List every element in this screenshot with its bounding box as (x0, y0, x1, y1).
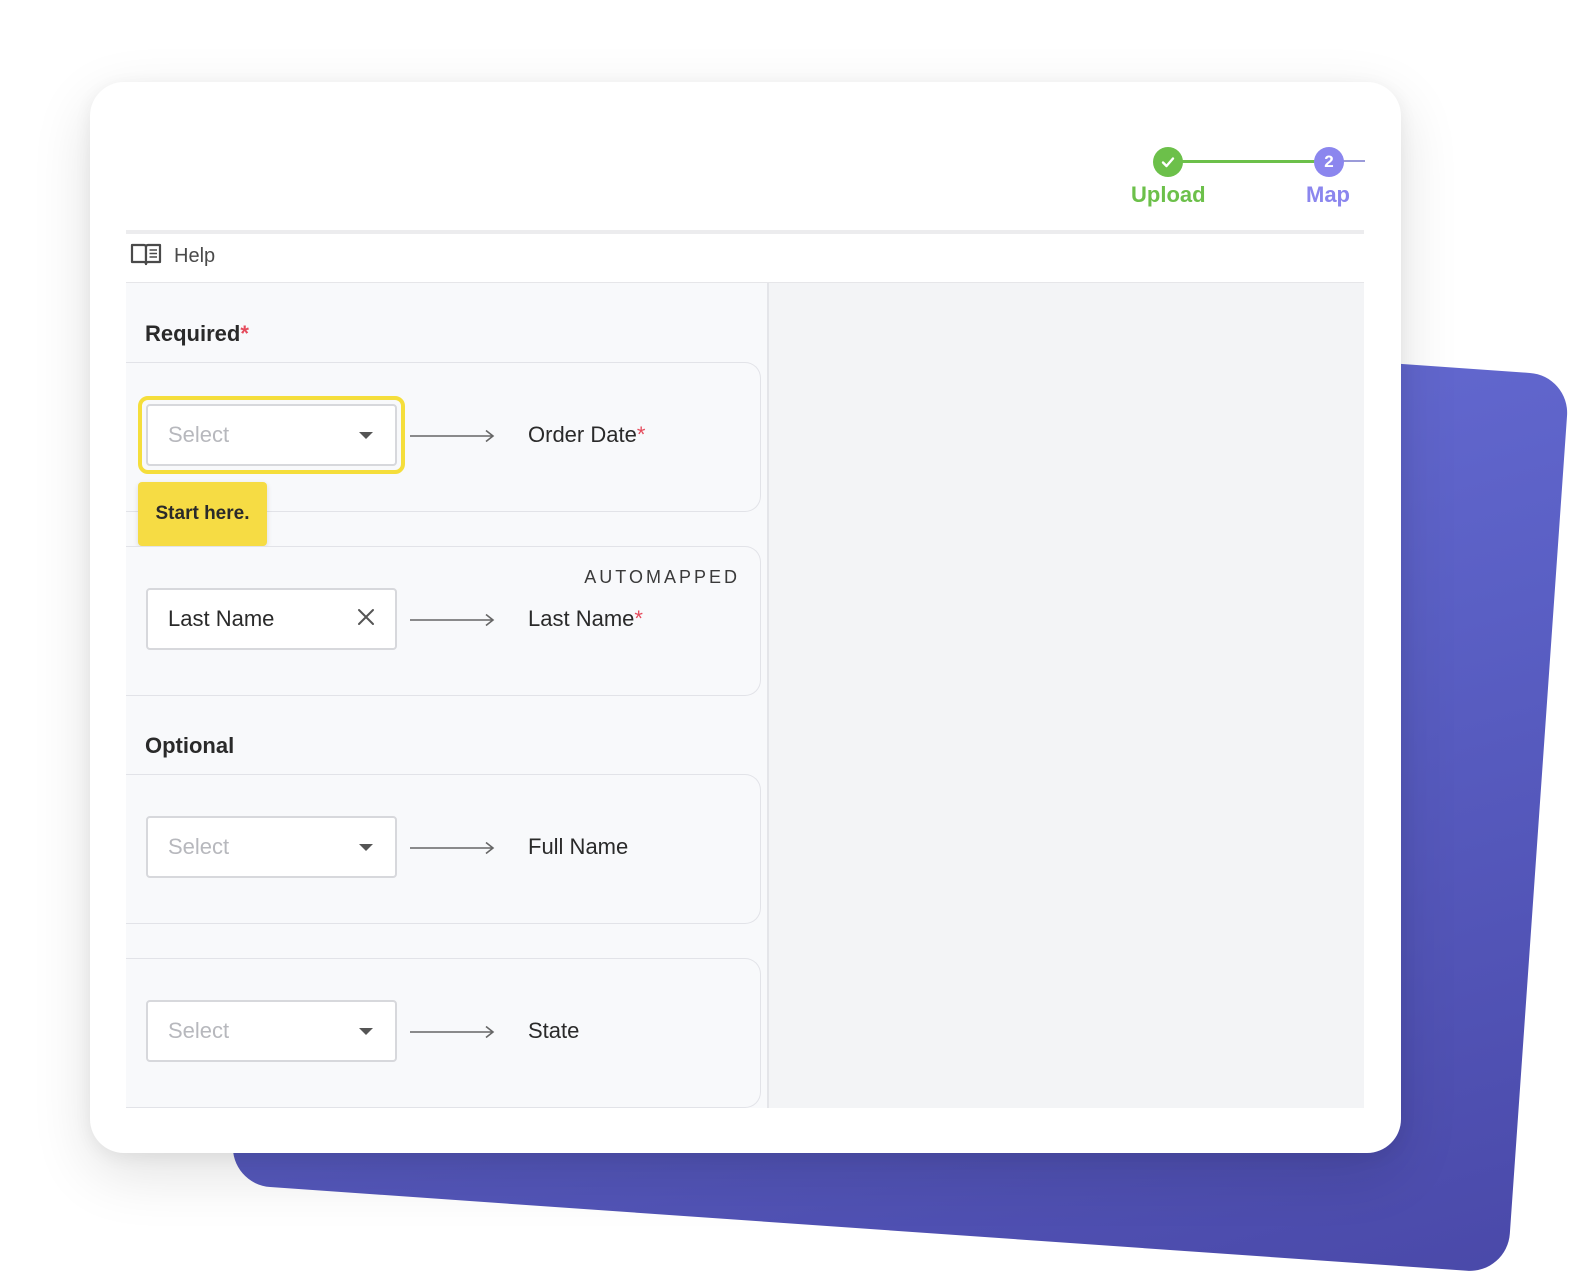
column-select-order-date[interactable]: Select (146, 404, 397, 466)
step-map-label[interactable]: Map (1306, 182, 1350, 208)
optional-section-title: Optional (145, 733, 235, 758)
arrow-right-icon (410, 841, 495, 855)
select-placeholder: Select (168, 422, 230, 447)
mapping-panel: Required* Select Order Date* Start here.… (126, 283, 769, 1108)
arrow-right-icon (410, 613, 495, 627)
mapping-row-state: Select State (126, 958, 761, 1108)
mapping-row-last-name: AUTOMAPPED Last Name Last Name* (126, 546, 761, 696)
column-select-full-name[interactable]: Select (146, 816, 397, 878)
target-field-full-name: Full Name (528, 834, 629, 859)
column-select-state[interactable]: Select (146, 1000, 397, 1062)
stepper: Upload 2 Map (90, 82, 1401, 232)
step-map-number: 2 (1314, 147, 1344, 177)
automapped-badge: AUTOMAPPED (584, 567, 740, 587)
target-field-state: State (528, 1018, 580, 1043)
mapping-row-full-name: Select Full Name (126, 774, 761, 924)
target-field-order-date: Order Date* (528, 422, 646, 447)
caret-down-icon (359, 431, 373, 439)
required-section-title: Required* (145, 321, 249, 346)
header-divider (126, 230, 1364, 234)
book-icon (130, 242, 162, 271)
target-field-last-name: Last Name* (528, 606, 643, 631)
select-value: Last Name (168, 606, 275, 631)
help-link[interactable]: Help (130, 242, 215, 271)
required-star: * (240, 321, 249, 346)
caret-down-icon (359, 843, 373, 851)
help-label: Help (174, 245, 216, 267)
step-upload-label[interactable]: Upload (1131, 182, 1206, 208)
arrow-right-icon (410, 1025, 495, 1039)
check-icon (1153, 147, 1183, 177)
start-here-tooltip: Start here. (138, 482, 267, 546)
importer-window: Upload 2 Map Help Required* Select Order… (90, 82, 1401, 1153)
preview-panel (769, 283, 1364, 1108)
select-placeholder: Select (168, 834, 230, 859)
caret-down-icon (359, 1027, 373, 1035)
stepper-connector-next (1343, 160, 1365, 162)
column-select-last-name[interactable]: Last Name (146, 588, 397, 650)
select-placeholder: Select (168, 1018, 230, 1043)
arrow-right-icon (410, 429, 495, 443)
clear-icon[interactable] (357, 606, 375, 632)
stepper-connector-complete (1182, 160, 1328, 163)
